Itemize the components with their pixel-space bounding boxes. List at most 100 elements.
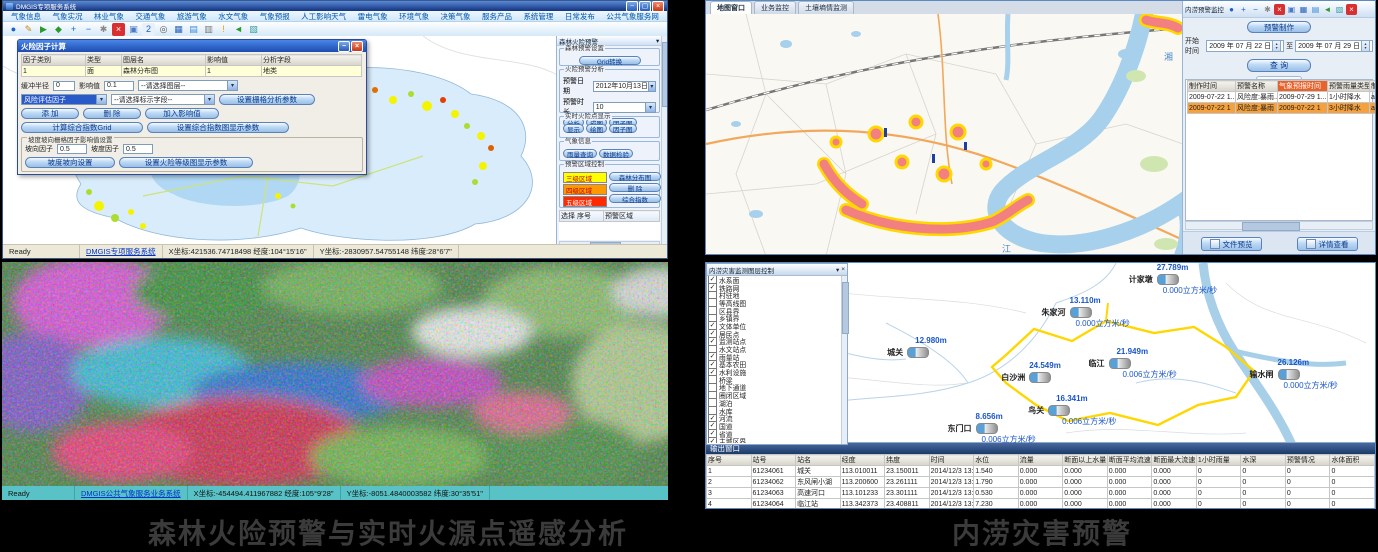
station-marker[interactable]: 16.341m 鸟关 0.006立方米/秒 (1028, 405, 1070, 416)
menu-item[interactable]: 日常发布 (565, 11, 595, 22)
tab-map-window[interactable]: 地图窗口 (710, 1, 752, 14)
chart-icon[interactable]: ▤ (187, 23, 200, 36)
menu-item[interactable]: 人工影响天气 (301, 11, 346, 22)
menu-item[interactable]: 雷电气象 (358, 11, 388, 22)
pan-hand-icon[interactable]: ✱ (97, 23, 110, 36)
column-header[interactable]: 站号 (751, 455, 796, 466)
column-header[interactable]: 经度 (840, 455, 885, 466)
date-from-picker[interactable]: 2009 年 07 月 22 日 ▴▾ (1206, 40, 1284, 52)
table-row[interactable]: 1面森林分布图1地类 (22, 66, 362, 77)
column-header[interactable]: 断面以上水量 (1063, 455, 1108, 466)
menu-item[interactable]: 旅游气象 (177, 11, 207, 22)
zoom-in-icon[interactable]: + (1238, 4, 1249, 15)
column-header[interactable]: 断面平均流速 (1107, 455, 1152, 466)
zoom-out-icon[interactable]: − (82, 23, 95, 36)
column-header[interactable]: 因子类别 (22, 55, 86, 66)
image-icon[interactable]: ▧ (1334, 4, 1345, 15)
map-view-icon[interactable]: ▦ (172, 23, 185, 36)
fire-level-display-button[interactable]: 设置火险等级图显示参数 (119, 157, 253, 168)
window-titlebar[interactable]: DMGIS专项服务系统 − ▢ × (3, 1, 667, 11)
station-marker[interactable]: 26.126m 输水闸 0.000立方米/秒 (1250, 369, 1300, 380)
column-header[interactable]: 分析字段 (262, 55, 362, 66)
table-scrollbar[interactable] (1185, 221, 1373, 230)
tab-soil-moisture[interactable]: 土壤墒情监测 (798, 1, 854, 14)
flash-icon[interactable]: ! (217, 23, 230, 36)
slope-setting-button[interactable]: 坡度坡向设置 (25, 157, 115, 168)
column-header[interactable]: 影响值 (206, 55, 262, 66)
detail-view-button[interactable]: 详情查看 (1297, 237, 1358, 251)
globe-icon[interactable]: ● (1226, 4, 1237, 15)
select-arrow-icon[interactable]: ▶ (37, 23, 50, 36)
globe-icon[interactable]: ● (7, 23, 20, 36)
column-header[interactable]: 类型 (86, 55, 122, 66)
date-spinner[interactable]: ▴▾ (1361, 40, 1370, 52)
date-to-picker[interactable]: 2009 年 07 月 29 日 ▴▾ (1295, 40, 1373, 52)
station-marker[interactable]: 12.980m 城关 (887, 347, 929, 358)
station-data-table[interactable]: 序号站号站名经度纬度时间水位流量断面以上水量断面平均流速断面最大流速1小时雨量水… (706, 454, 1375, 508)
layer-checkbox[interactable]: ✓ (708, 437, 717, 443)
station-marker[interactable]: 24.549m 白沙洲 (1001, 372, 1051, 383)
realtime-button[interactable]: 显示 (563, 124, 584, 133)
back-icon[interactable]: ◄ (1322, 4, 1333, 15)
warning-region-list[interactable]: 选择 序号预警区域 (559, 210, 660, 240)
station-marker[interactable]: 8.656m 东门口 0.006立方米/秒 (948, 423, 998, 434)
table-row[interactable]: 2009-07-22 1风险度:暴雨2009-07-22 13小时降水admin (1188, 103, 1376, 114)
layer-select[interactable]: --请选择图层-- ▾ (138, 80, 238, 91)
pick-icon[interactable]: ◆ (52, 23, 65, 36)
window-icon[interactable]: ▣ (127, 23, 140, 36)
system-link[interactable]: DMGIS公共气象服务业务系统 (75, 486, 188, 500)
aspect-input[interactable]: 0.5 (123, 144, 153, 154)
realtime-button[interactable]: 绘图 (586, 124, 607, 133)
make-warning-button[interactable]: 预警制作 (1247, 21, 1311, 33)
layers-icon[interactable]: ▤ (1310, 4, 1321, 15)
menu-item[interactable]: 水文气象 (218, 11, 248, 22)
column-header[interactable]: 时间 (929, 455, 974, 466)
factor-select[interactable]: 风险评估因子 ▾ (21, 94, 107, 105)
menu-item[interactable]: 交通气象 (135, 11, 165, 22)
column-header[interactable]: 选择 序号 (560, 211, 604, 222)
realtime-button[interactable]: 因子图 (609, 124, 637, 133)
weather-button[interactable]: 雨量查询 (563, 149, 597, 158)
measure-icon[interactable]: ✎ (22, 23, 35, 36)
field-select[interactable]: --请选择标示字段-- ▾ (111, 94, 215, 105)
menu-item[interactable]: 气象实况 (52, 11, 82, 22)
station-marker[interactable]: 21.949m 临江 0.006立方米/秒 (1088, 358, 1130, 369)
delete-button[interactable]: 删 除 (83, 108, 141, 119)
hydrology-map-area[interactable]: 27.789m 计家墩 0.000立方米/秒 13.110m 朱家河 0.000… (706, 263, 1376, 445)
file-preview-button[interactable]: 文件预览 (1201, 237, 1262, 251)
slope-input[interactable]: 0.5 (57, 144, 87, 154)
menu-item[interactable]: 公共气象服务网 (606, 11, 659, 22)
table-row[interactable]: 361234063高速河口113.10123323.3011112014/12/… (707, 488, 1375, 499)
column-header[interactable]: 水体面积 (1330, 455, 1375, 466)
pan-hand-icon[interactable]: ✱ (1262, 4, 1273, 15)
station-marker[interactable]: 27.789m 计家墩 0.000立方米/秒 (1129, 274, 1179, 285)
map-view-icon[interactable]: ▦ (1298, 4, 1309, 15)
calc-grid-button[interactable]: 计算综合指数Grid (21, 122, 143, 133)
warn-hours-select[interactable]: 10 ▾ (593, 102, 656, 113)
layer-panel-close-icon[interactable]: × (841, 266, 845, 273)
column-header[interactable]: 断面最大流速 (1152, 455, 1197, 466)
column-header[interactable]: 预警情况 (1285, 455, 1330, 466)
column-header[interactable]: 站名 (796, 455, 841, 466)
join-impact-button[interactable]: 加入影响值 (145, 108, 219, 119)
back-icon[interactable]: ◄ (232, 23, 245, 36)
warning-list-table[interactable]: 制作时间 预警名称 气象预报时间 预警雨量类型 制作人 2009-07-22 1… (1187, 80, 1375, 114)
column-header[interactable]: 流量 (1018, 455, 1063, 466)
table-row[interactable]: 161234061城关113.01001123.1500112014/12/3 … (707, 466, 1375, 477)
page2-icon[interactable]: 2 (142, 23, 155, 36)
menu-item[interactable]: 服务产品 (482, 11, 512, 22)
table-row[interactable]: 2009-07-22 1...风险度:暴雨...2009-07-29 1...1… (1188, 92, 1376, 103)
column-header[interactable]: 图层名 (122, 55, 206, 66)
column-header[interactable]: 水位 (974, 455, 1019, 466)
column-header[interactable]: 水深 (1241, 455, 1286, 466)
delete-button[interactable]: 删 除 (609, 183, 661, 192)
menu-item[interactable]: 气象预报 (260, 11, 290, 22)
grid-convert-button[interactable]: Grid转换 (579, 56, 641, 65)
forest-map-button[interactable]: 森林分布图 (609, 172, 661, 181)
layer-item[interactable]: ✓主城区界 (708, 437, 841, 443)
date-spinner[interactable]: ▴▾ (1272, 40, 1281, 52)
add-button[interactable]: 添 加 (21, 108, 79, 119)
close-icon[interactable]: × (1346, 4, 1357, 15)
image-icon[interactable]: ▧ (247, 23, 260, 36)
zoom-out-icon[interactable]: − (1250, 4, 1261, 15)
